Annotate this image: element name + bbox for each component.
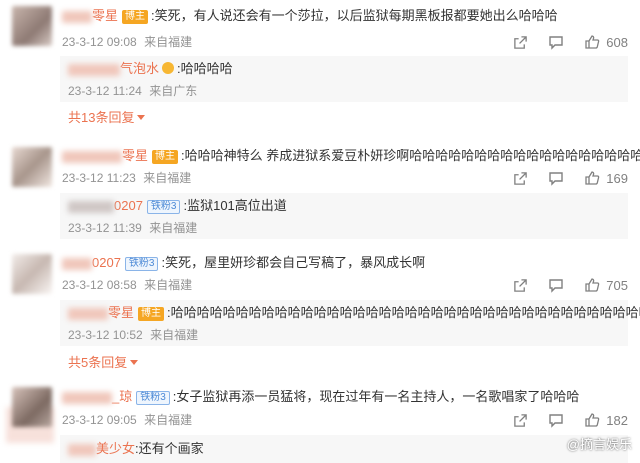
host-badge: 博主	[122, 10, 149, 24]
comment-4: _琼 铁粉3:女子监狱再添一员猛将，现在过年有一名主持人，一名歌唱家了哈哈哈 23…	[0, 383, 640, 463]
like-count: 182	[606, 412, 628, 428]
like-count: 705	[606, 277, 628, 293]
comment-icon[interactable]	[548, 34, 564, 50]
comment-location: 来自福建	[144, 35, 193, 49]
share-icon[interactable]	[512, 170, 528, 186]
comment-username[interactable]: _琼	[112, 389, 132, 404]
reply-box: 0207 铁粉3:监狱101高位出道 23-3-12 11:39 来自福建	[60, 193, 628, 239]
username-blur	[68, 443, 96, 456]
comment-text: :女子监狱再添一员猛将，现在过年有一名主持人，一名歌唱家了哈哈哈	[172, 389, 580, 404]
reply-location: 来自福建	[149, 221, 198, 235]
comment-location: 来自福建	[143, 171, 192, 185]
comment-username[interactable]: 零星	[122, 148, 148, 163]
comment-2: 零星 博主:哈哈哈神特么 养成进狱系爱豆朴妍珍啊哈哈哈哈哈哈哈哈哈哈哈哈哈哈哈哈哈…	[0, 143, 640, 243]
comment-time: 23-3-12 08:58	[62, 278, 137, 292]
comment-text: :笑死，有人说还会有一个莎拉，以后监狱每期黑板报都要她出么哈哈哈	[151, 8, 558, 23]
caret-down-icon	[130, 360, 139, 365]
username-blur	[68, 307, 108, 320]
reply-location: 来自广东	[149, 84, 198, 98]
username-blur	[62, 150, 122, 163]
thumbs-up-icon	[585, 413, 600, 427]
comment-3: 0207 铁粉3:笑死，屋里妍珍都会自己写稿了，暴风成长啊 23-3-12 08:…	[0, 250, 640, 375]
crown-icon	[162, 62, 175, 74]
comment-icon[interactable]	[548, 277, 564, 293]
more-replies-label: 共5条回复	[68, 355, 128, 370]
reply-location: 来自福建	[150, 328, 199, 342]
reply-text: :监狱101高位出道	[183, 198, 287, 213]
more-replies-link[interactable]: 共5条回复	[68, 355, 139, 370]
reply-text: :哈哈哈哈	[177, 61, 233, 76]
comment-username[interactable]: 0207	[92, 255, 121, 270]
reply-username[interactable]: 美少女	[96, 441, 135, 456]
like-button[interactable]: 182	[584, 412, 628, 428]
host-badge: 博主	[152, 150, 179, 164]
comment-icon[interactable]	[548, 412, 564, 428]
username-blur	[68, 63, 120, 76]
more-replies-label: 共13条回复	[68, 110, 135, 125]
comment-location: 来自福建	[144, 278, 193, 292]
reply-box: 零星 博主:哈哈哈哈哈哈哈哈哈哈哈哈哈哈哈哈哈哈哈哈哈哈哈哈哈哈哈哈哈哈哈哈哈哈哈…	[60, 300, 640, 346]
like-count: 608	[606, 34, 628, 50]
like-button[interactable]: 608	[584, 34, 628, 50]
fan-badge: 铁粉3	[136, 391, 170, 405]
reply-username[interactable]: 0207	[114, 198, 143, 213]
comment-1: 零星 博主:笑死，有人说还会有一个莎拉，以后监狱每期黑板报都要她出么哈哈哈 23-…	[0, 0, 640, 135]
like-button[interactable]: 169	[584, 170, 628, 186]
avatar[interactable]	[12, 387, 52, 427]
fan-badge: 铁粉3	[146, 200, 181, 214]
reply-username[interactable]: 气泡水	[120, 61, 159, 76]
username-blur	[68, 200, 114, 213]
more-replies-link[interactable]: 共13条回复	[68, 110, 146, 125]
avatar[interactable]	[12, 147, 52, 187]
comment-icon[interactable]	[548, 170, 564, 186]
thumbs-up-icon	[585, 171, 600, 185]
thumbs-up-icon	[585, 35, 600, 49]
username-blur	[62, 10, 92, 23]
reply-text: :还有个画家	[135, 441, 204, 456]
like-button[interactable]: 705	[584, 277, 628, 293]
comment-username[interactable]: 零星	[92, 8, 118, 23]
share-icon[interactable]	[512, 412, 528, 428]
comment-time: 23-3-12 11:23	[62, 171, 136, 185]
share-icon[interactable]	[512, 34, 528, 50]
like-count: 169	[606, 170, 628, 186]
reply-time: 23-3-12 10:52	[68, 328, 143, 342]
host-badge: 博主	[138, 307, 165, 321]
thumbs-up-icon	[585, 278, 600, 292]
comment-text: :哈哈哈神特么 养成进狱系爱豆朴妍珍啊哈哈哈哈哈哈哈哈哈哈哈哈哈哈哈哈哈哈	[181, 148, 640, 163]
avatar[interactable]	[12, 254, 52, 294]
fan-badge: 铁粉3	[124, 257, 159, 271]
comment-location: 来自福建	[144, 413, 193, 427]
comment-time: 23-3-12 09:05	[62, 413, 137, 427]
username-blur	[62, 391, 112, 404]
caret-down-icon	[137, 115, 146, 120]
watermark: @摘言娱乐	[566, 437, 632, 452]
reply-box: 美少女:还有个画家	[60, 435, 628, 463]
comment-text: :笑死，屋里妍珍都会自己写稿了，暴风成长啊	[161, 255, 426, 270]
share-icon[interactable]	[512, 277, 528, 293]
comment-time: 23-3-12 09:08	[62, 35, 137, 49]
username-blur	[62, 257, 92, 270]
reply-box: 气泡水 :哈哈哈哈 23-3-12 11:24 来自广东	[60, 56, 628, 102]
reply-text: :哈哈哈哈哈哈哈哈哈哈哈哈哈哈哈哈哈哈哈哈哈哈哈哈哈哈哈哈哈哈哈哈哈哈哈哈哈	[167, 305, 640, 320]
avatar[interactable]	[12, 6, 52, 46]
reply-username[interactable]: 零星	[108, 305, 134, 320]
reply-time: 23-3-12 11:39	[68, 221, 142, 235]
reply-time: 23-3-12 11:24	[68, 84, 142, 98]
